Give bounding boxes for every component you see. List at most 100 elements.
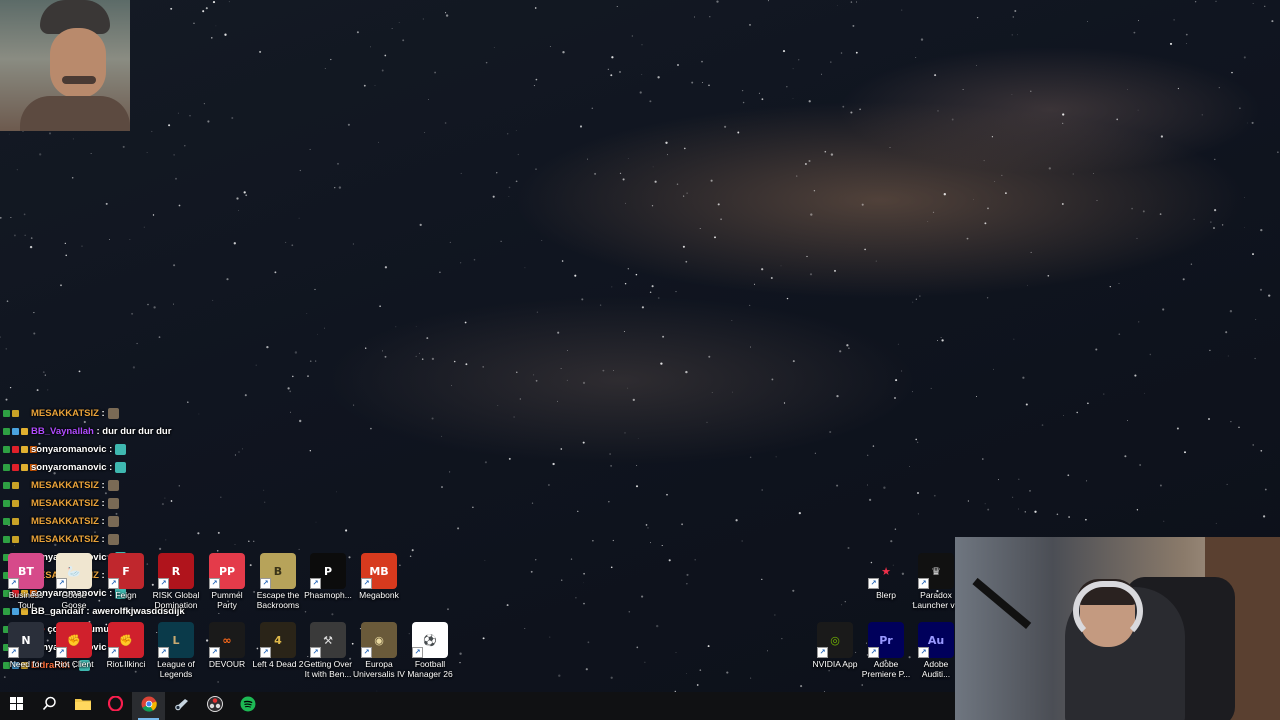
chat-separator: :	[98, 498, 105, 509]
desktop-shortcut-label: Blerp	[876, 590, 896, 600]
chrome-icon	[141, 696, 157, 717]
shortcut-arrow-icon: ↗	[56, 647, 67, 658]
shortcut-arrow-icon: ↗	[868, 647, 879, 658]
desktop-shortcut[interactable]: ✊ ↗ Riot Client	[48, 622, 100, 669]
chat-separator: :	[106, 462, 113, 473]
bt-icon: BT ↗	[8, 553, 44, 589]
emote-icon	[107, 533, 119, 545]
desktop-shortcut-label: Pummel Party	[211, 590, 243, 610]
desktop-shortcut[interactable]: ⚽ ↗ Football Manager 26	[404, 622, 456, 679]
fm-icon: ⚽ ↗	[412, 622, 448, 658]
desktop-shortcut-label: Megabonk	[359, 590, 399, 600]
steam-button[interactable]	[165, 692, 198, 720]
obs-button[interactable]	[198, 692, 231, 720]
PP-icon: PP ↗	[209, 553, 245, 589]
goose-icon: 🦢 ↗	[56, 553, 92, 589]
chat-message: sonyaromanovic :	[0, 441, 250, 459]
chat-username: MESAKKATSIZ	[31, 516, 99, 527]
badge-icon	[21, 427, 28, 435]
desktop-shortcut[interactable]: B ↗ Escape the Backrooms	[252, 553, 304, 610]
spotify-button[interactable]	[231, 692, 264, 720]
windows-icon	[10, 697, 23, 715]
desktop-shortcut[interactable]: ✊ ↗ Riot Ilkinci	[100, 622, 152, 669]
chat-username: MESAKKATSIZ	[31, 480, 99, 491]
desktop-shortcut[interactable]: F ↗ Feign	[100, 553, 152, 600]
desktop-shortcut[interactable]: Pr ↗ Adobe Premiere P...	[860, 622, 912, 679]
shortcut-arrow-icon: ↗	[361, 578, 372, 589]
desktop-shortcut[interactable]: MB ↗ Megabonk	[353, 553, 405, 600]
emote-icon	[107, 479, 119, 491]
webcam-overlay-top	[0, 0, 130, 131]
desktop-shortcut[interactable]: R ↗ RISK Global Domination	[150, 553, 202, 610]
shortcut-arrow-icon: ↗	[310, 647, 321, 658]
chat-message: sonyaromanovic :	[0, 459, 250, 477]
hammer-icon: ⚒ ↗	[310, 622, 346, 658]
desktop-shortcut[interactable]: N ↗ Need for	[0, 622, 52, 669]
shortcut-arrow-icon: ↗	[8, 578, 19, 589]
badge-icon	[12, 427, 19, 435]
chat-message: MESAKKATSIZ :	[0, 495, 250, 513]
file-explorer-button[interactable]	[66, 692, 99, 720]
desktop-shortcut-label: Riot Ilkinci	[106, 659, 146, 669]
start-button[interactable]	[0, 692, 33, 720]
B-icon: B ↗	[260, 553, 296, 589]
shortcut-arrow-icon: ↗	[868, 578, 879, 589]
P-icon: P ↗	[310, 553, 346, 589]
folder-icon	[74, 697, 91, 715]
paradox-icon: ♛ ↗	[918, 553, 954, 589]
badge-icon	[12, 409, 19, 417]
desktop-shortcut[interactable]: L ↗ League of Legends	[150, 622, 202, 679]
shortcut-arrow-icon: ↗	[361, 647, 372, 658]
desktop-shortcut[interactable]: 🦢 ↗ Goose Goose	[48, 553, 100, 610]
Au-icon: Au ↗	[918, 622, 954, 658]
shortcut-arrow-icon: ↗	[918, 578, 929, 589]
chat-text: dur dur dur dur	[99, 426, 172, 437]
badge-icon	[12, 535, 19, 543]
desktop-shortcut-label: Feign	[115, 590, 137, 600]
desktop-shortcut[interactable]: BT ↗ Business Tour	[0, 553, 52, 610]
search-button[interactable]	[33, 692, 66, 720]
chat-message: MESAKKATSIZ :	[0, 513, 250, 531]
badge-icon	[12, 499, 19, 507]
desktop-shortcut[interactable]: PP ↗ Pummel Party	[201, 553, 253, 610]
desktop-shortcut-label: Football Manager 26	[407, 659, 453, 679]
chrome-button[interactable]	[132, 692, 165, 720]
desktop-shortcut-label: Adobe Premiere P...	[861, 659, 911, 679]
4-icon: 4 ↗	[260, 622, 296, 658]
opera-gx-button[interactable]	[99, 692, 132, 720]
desktop-shortcut[interactable]: 4 ↗ Left 4 Dead 2	[252, 622, 304, 669]
obs-icon	[206, 695, 223, 717]
chat-badges	[0, 441, 37, 459]
chat-badges	[0, 513, 31, 531]
Pr-icon: Pr ↗	[868, 622, 904, 658]
badge-icon	[3, 463, 10, 471]
desktop-shortcut[interactable]: P ↗ Phasmoph...	[302, 553, 354, 600]
desktop-shortcut[interactable]: ◎ ↗ NVIDIA App	[809, 622, 861, 669]
blerp-icon: ★ ↗	[868, 553, 904, 589]
chat-badges	[0, 531, 31, 549]
shortcut-arrow-icon: ↗	[412, 647, 423, 658]
desktop-shortcut-label: League of Legends	[157, 659, 195, 679]
chat-message: MESAKKATSIZ :	[0, 531, 250, 549]
desktop-shortcut[interactable]: ∞ ↗ DEVOUR	[201, 622, 253, 669]
desktop-shortcut-label: Need for	[9, 659, 43, 669]
badge-icon	[3, 409, 10, 417]
chat-message: BB_Vaynallah : dur dur dur dur	[0, 423, 250, 441]
desktop-shortcut[interactable]: ◉ ↗ Europa Universalis IV	[353, 622, 405, 679]
riot-icon: ✊ ↗	[56, 622, 92, 658]
emote-icon	[115, 461, 127, 473]
badge-icon	[3, 427, 10, 435]
steam-icon	[174, 696, 190, 717]
desktop-shortcut[interactable]: ★ ↗ Blerp	[860, 553, 912, 600]
chat-separator: :	[98, 480, 105, 491]
feign-icon: F ↗	[108, 553, 144, 589]
shortcut-arrow-icon: ↗	[817, 647, 828, 658]
emote-icon	[107, 407, 119, 419]
desktop-shortcut-label: DEVOUR	[208, 659, 246, 669]
desktop-shortcut-label: Business Tour	[8, 590, 44, 610]
devour-icon: ∞ ↗	[209, 622, 245, 658]
chat-badges	[0, 405, 31, 423]
chat-message: MESAKKATSIZ :	[0, 477, 250, 495]
badge-icon	[3, 517, 10, 525]
desktop-shortcut[interactable]: ⚒ ↗ Getting Over It with Ben...	[302, 622, 354, 679]
